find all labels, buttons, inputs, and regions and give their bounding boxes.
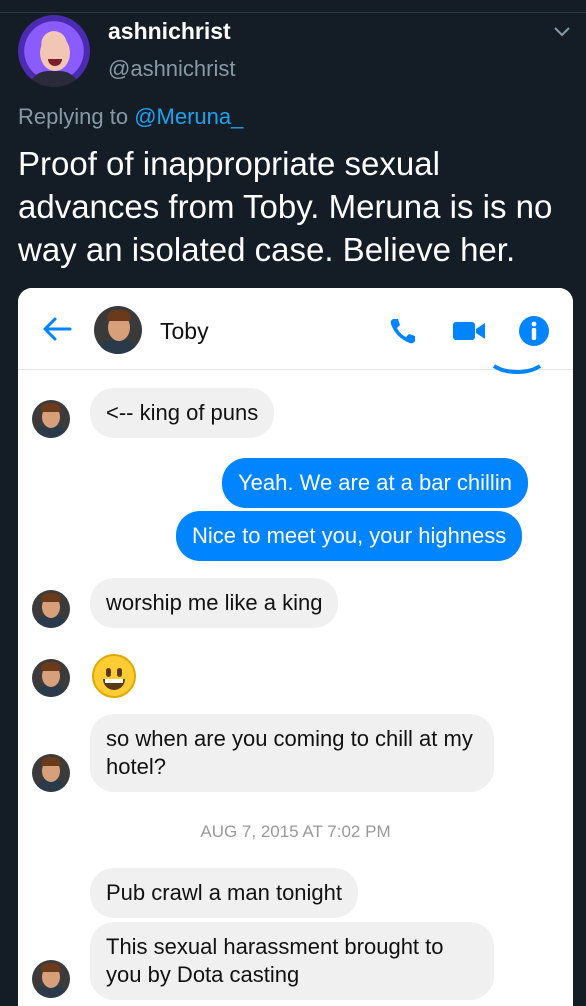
info-icon[interactable] [518, 315, 550, 347]
message-bubble-out[interactable]: Nice to meet you, your highness [176, 511, 523, 561]
profile-avatar[interactable] [18, 15, 90, 87]
contact-name[interactable]: Toby [160, 318, 209, 345]
sender-avatar[interactable] [32, 659, 70, 697]
grinning-emoji-icon[interactable] [92, 654, 136, 698]
sender-avatar[interactable] [32, 754, 70, 792]
contact-avatar[interactable] [94, 306, 142, 354]
message-bubble-in[interactable]: This sexual harassment brought to you by… [90, 922, 494, 1000]
sender-avatar[interactable] [32, 590, 70, 628]
conversation-header: Toby [18, 288, 573, 374]
back-arrow-icon[interactable] [42, 316, 72, 342]
user-handle[interactable]: @ashnichrist [108, 56, 236, 82]
messenger-screenshot: Toby <-- king of puns Yeah. We are at a … [18, 288, 573, 1006]
top-divider [0, 12, 586, 13]
replying-prefix: Replying to [18, 104, 129, 129]
video-camera-icon[interactable] [452, 320, 486, 342]
message-bubble-in[interactable]: worship me like a king [90, 578, 339, 628]
sender-avatar[interactable] [32, 960, 70, 998]
reply-mention-link[interactable]: @Meruna_ [134, 104, 243, 129]
display-name[interactable]: ashnichrist [108, 18, 231, 45]
sender-avatar[interactable] [32, 400, 70, 438]
scroll-peek [492, 364, 542, 374]
message-timestamp: AUG 7, 2015 AT 7:02 PM [200, 822, 391, 841]
message-bubble-in[interactable]: so when are you coming to chill at my ho… [90, 714, 494, 792]
message-bubble-in[interactable]: Pub crawl a man tonight [90, 868, 359, 918]
replying-to: Replying to @Meruna_ [18, 104, 243, 130]
message-bubble-in[interactable]: <-- king of puns [90, 388, 275, 438]
message-bubble-out[interactable]: Yeah. We are at a bar chillin [222, 458, 528, 508]
chevron-down-icon[interactable] [552, 22, 572, 42]
phone-icon[interactable] [388, 316, 418, 346]
tweet-text: Proof of inappropriate sexual advances f… [18, 145, 553, 268]
